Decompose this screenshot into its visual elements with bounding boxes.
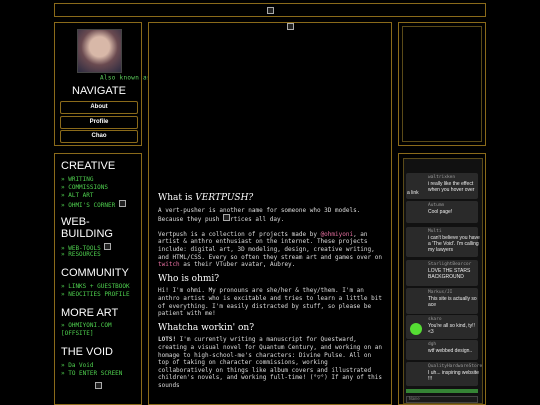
- broken-image-icon: [95, 382, 102, 389]
- header-banner: [54, 3, 486, 17]
- chat-message: Autumn Cool page!: [406, 201, 478, 223]
- heading-emphasis: VERTPUSH?: [195, 193, 254, 203]
- chat-name-placeholder: Name: [409, 397, 420, 402]
- paragraph-vertpush-collection: Vertpush is a collection of projects mad…: [158, 231, 384, 269]
- paragraph-workin-on: LOTS! I'm currently writing a manuscript…: [158, 336, 384, 389]
- broken-image-icon: [287, 23, 294, 30]
- chat-message: StarlightBearcor LOVE THE STARS BACKGROU…: [406, 260, 478, 286]
- heading-whatcha-workin-on: Whatcha workin' on?: [158, 322, 255, 333]
- section-title-more-art: MORE ART: [61, 307, 119, 319]
- chao-button[interactable]: Chao: [60, 130, 138, 143]
- twitch-link[interactable]: twitch: [158, 261, 180, 268]
- chat-text: wtf webbed design..: [428, 348, 473, 354]
- profile-panel: Also known as: NAVIGATE About Profile Ch…: [54, 22, 163, 146]
- chat-name: QualityHardwareStore: [428, 364, 483, 369]
- chat-name: Markus/JI: [428, 290, 453, 295]
- link-guestbook[interactable]: » LINKS + GUESTBOOK: [61, 283, 130, 290]
- chat-name: Autumn: [428, 203, 445, 208]
- chat-text: Cool page!: [428, 209, 453, 215]
- chat-panel: waltrixken i really like the effect when…: [398, 153, 486, 405]
- link-writing[interactable]: » WRITING: [61, 176, 94, 183]
- link-resources[interactable]: » RESOURCES: [61, 251, 101, 258]
- broken-image-icon: [267, 7, 274, 14]
- broken-image-icon: [104, 243, 112, 250]
- navigate-title: NAVIGATE: [72, 85, 126, 97]
- paragraph-text: I'm currently writing a manuscript for Q…: [158, 336, 382, 389]
- chat-text: I uh... inspiring website !!!: [428, 370, 479, 382]
- link-commissions[interactable]: » COMMISSIONS: [61, 184, 108, 191]
- side-panel-inner: [402, 26, 482, 142]
- link-enter-screen[interactable]: » TO ENTER SCREEN: [61, 370, 122, 377]
- heading-who-is-ohmi: Who is ohmi?: [158, 273, 220, 284]
- aka-label: Also known as:: [100, 74, 155, 82]
- lots-bold: LOTS!: [158, 336, 177, 344]
- chat-text: LOVE THE STARS BACKGROUND: [428, 268, 471, 280]
- section-title-web-building: WEB- BUILDING: [61, 216, 113, 240]
- chat-scrollbar[interactable]: [406, 389, 478, 393]
- chat-name: dgh: [428, 342, 437, 347]
- chat-text: You're all so kind, ty!! <3: [428, 323, 475, 335]
- broken-image-icon: [223, 214, 231, 222]
- chat-text: This site is actually so ace: [428, 296, 477, 308]
- link-ohmis-corner[interactable]: » OHMI'S CORNER: [61, 200, 126, 209]
- paragraph-text: Vertpush is a collection of projects mad…: [158, 230, 321, 238]
- section-title-the-void: THE VOID: [61, 346, 113, 358]
- chat-name: skaro: [428, 317, 442, 322]
- chat-name: StarlightBearcor: [428, 262, 472, 267]
- chat-text: i can't believe you have a 'The Void'. I…: [428, 235, 480, 253]
- section-title-creative: CREATIVE: [61, 160, 116, 172]
- link-da-void[interactable]: » Da Void: [61, 362, 94, 369]
- frog-avatar-icon: [410, 323, 422, 335]
- link-offsite-tag: [OFFSITE]: [61, 330, 94, 337]
- heading-what-is-vertpush: What is VERTPUSH?: [158, 193, 384, 203]
- heading-prefix: What is: [158, 193, 196, 203]
- chat-name-input[interactable]: Name: [406, 396, 478, 403]
- paragraph-text: as their VTuber avatar, Aubrey.: [179, 261, 296, 269]
- chat-message: a link: [406, 189, 478, 198]
- main-content: What is VERTPUSH? A vert-pusher is anoth…: [148, 22, 392, 405]
- chat-box[interactable]: waltrixken i really like the effect when…: [403, 158, 483, 404]
- section-title-community: COMMUNITY: [61, 267, 129, 279]
- chat-name: waltrixken: [428, 175, 456, 180]
- profile-button[interactable]: Profile: [60, 116, 138, 129]
- links-panel: CREATIVE » WRITING » COMMISSIONS » ALT A…: [54, 153, 142, 405]
- chat-message: QualityHardwareStore I uh... inspiring w…: [406, 362, 482, 386]
- link-ohmiyoni[interactable]: » OHMIYONI.COM: [61, 322, 112, 329]
- chat-message: skaro You're all so kind, ty!! <3: [406, 315, 478, 339]
- ohmiyoni-link[interactable]: @ohmiyoni: [321, 231, 354, 238]
- chat-text: a link: [407, 190, 419, 196]
- chat-message: Markus/JI This site is actually so ace: [406, 288, 478, 314]
- main-text: What is VERTPUSH? A vert-pusher is anoth…: [158, 193, 384, 396]
- link-neocities-profile[interactable]: » NEOCITIES PROFILE: [61, 291, 130, 298]
- chat-message: dgh wtf webbed design..: [406, 340, 478, 360]
- paragraph-text: rtices all day.: [230, 216, 285, 224]
- chat-message: Multi i can't believe you have a 'The Vo…: [406, 227, 480, 257]
- paragraph-vert-pusher: A vert-pusher is another name for someon…: [158, 207, 384, 224]
- link-ohmis-corner-label: » OHMI'S CORNER: [61, 202, 116, 209]
- side-panel: [398, 22, 486, 146]
- about-button[interactable]: About: [60, 101, 138, 114]
- main-banner-area: [149, 23, 391, 183]
- chat-name: Multi: [428, 229, 442, 234]
- link-alt-art[interactable]: » ALT ART: [61, 192, 94, 199]
- avatar: [77, 29, 122, 73]
- broken-image-icon: [118, 200, 126, 207]
- paragraph-who-is-ohmi: Hi! I'm ohmi. My pronouns are she/her & …: [158, 287, 382, 318]
